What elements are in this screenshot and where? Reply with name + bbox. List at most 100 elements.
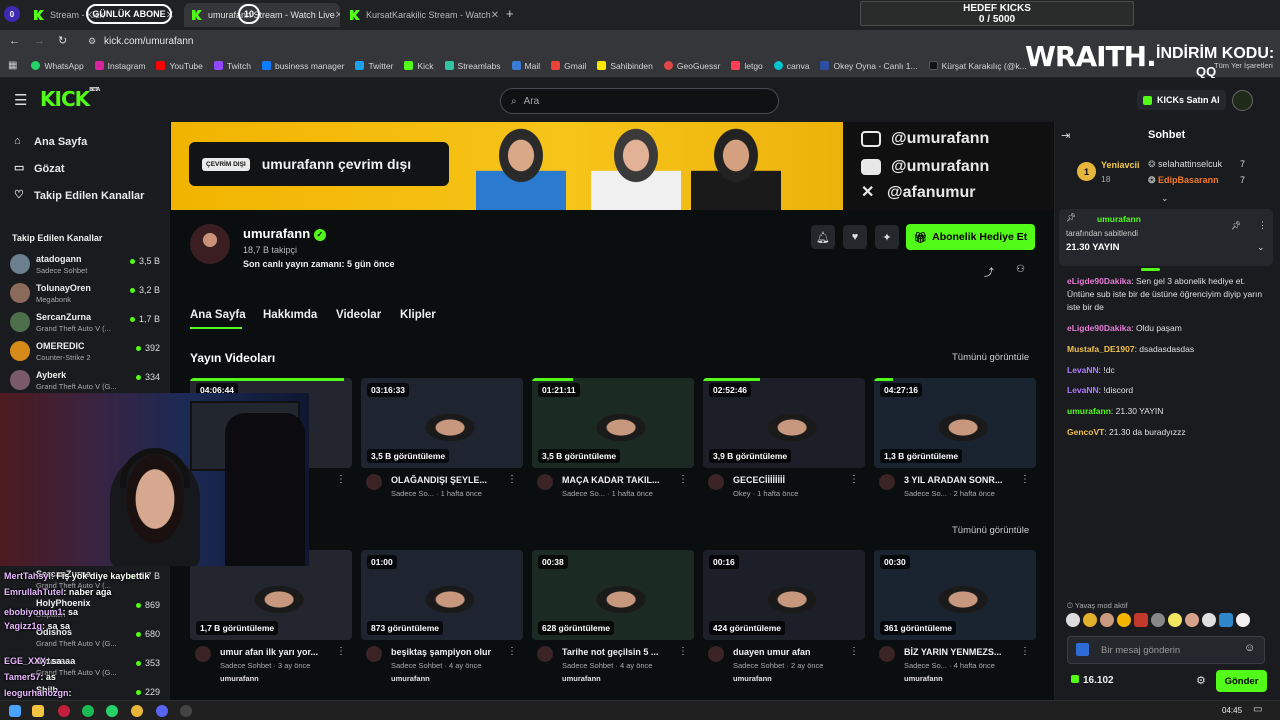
buy-kicks-button[interactable]: KICKs Satın Al (1137, 90, 1226, 110)
chat-settings-icon[interactable]: ⚙ (1196, 674, 1206, 687)
profile-badge[interactable]: 0 (4, 6, 20, 22)
follow-button[interactable]: ♥ (843, 225, 867, 249)
more-icon[interactable]: ⋮ (678, 646, 688, 657)
emoji-icon[interactable]: ☺ (1244, 642, 1255, 654)
chat-username[interactable]: umurafann (1067, 406, 1111, 416)
video-thumbnail[interactable]: 02:52:46 3,9 B görüntüleme (703, 378, 865, 468)
more-icon[interactable]: ⋮ (1020, 646, 1030, 657)
clip-thumbnail[interactable]: 00:30 361 görüntüleme (874, 550, 1036, 640)
video-title[interactable]: MAÇA KADAR TAKIL... (562, 475, 674, 485)
more-icon[interactable]: ⋮ (507, 474, 517, 485)
windows-icon[interactable] (9, 705, 21, 717)
browser-tab-3[interactable]: KursatKarakilic Stream - Watch ✕ (342, 3, 498, 27)
avatar[interactable] (537, 646, 553, 662)
more-icon[interactable]: ⋮ (507, 646, 517, 657)
more-icon[interactable]: ⋮ (336, 474, 346, 485)
clip-title[interactable]: Tarihe not geçilsin 5 ... (562, 647, 674, 657)
followed-channel[interactable]: atadogann Sadece Sohbet 3,5 B (10, 251, 160, 279)
see-all-clips[interactable]: Tümünü görüntüle (952, 525, 1029, 536)
bookmark-streamlabs[interactable]: Streamlabs (444, 61, 501, 71)
apps-icon[interactable]: ▦ (8, 60, 17, 71)
clip-title[interactable]: duayen umur afan (733, 647, 845, 657)
avatar[interactable] (708, 474, 724, 490)
chat-mode-icon[interactable] (1076, 643, 1089, 656)
clip-channel[interactable]: umurafann (220, 674, 259, 683)
video-thumbnail[interactable]: 04:27:16 1,3 B görüntüleme (874, 378, 1036, 468)
avatar[interactable] (537, 474, 553, 490)
reload-icon[interactable]: ↻ (58, 34, 67, 47)
url-field[interactable]: kick.com/umurafann (104, 36, 193, 47)
bookmark-mail[interactable]: Mail (511, 61, 540, 71)
emote-icon[interactable] (1202, 613, 1216, 627)
avatar[interactable] (708, 646, 724, 662)
gifter-row[interactable]: ❂ selahattinselcuk (1148, 159, 1222, 170)
site-info-icon[interactable]: ⚙ (88, 36, 96, 47)
avatar[interactable] (366, 646, 382, 662)
user-avatar[interactable] (1232, 90, 1253, 111)
close-icon[interactable]: ✕ (335, 10, 340, 21)
notify-button[interactable]: 🔔︎ (811, 225, 835, 249)
nav-browse[interactable]: ▭ Gözat (0, 155, 170, 182)
bookmark-letgo[interactable]: letgo (731, 61, 763, 71)
clip-channel[interactable]: umurafann (391, 674, 430, 683)
unpin-icon[interactable]: 📌︎ (1231, 221, 1241, 230)
see-all-videos[interactable]: Tümünü görüntüle (952, 352, 1029, 363)
emote-icon[interactable] (1185, 613, 1199, 627)
avatar[interactable] (366, 474, 382, 490)
emote-icon[interactable] (1066, 613, 1080, 627)
emote-icon[interactable] (1151, 613, 1165, 627)
clip-channel[interactable]: umurafann (562, 674, 601, 683)
close-icon[interactable]: ✕ (491, 10, 498, 21)
whatsapp-icon[interactable] (106, 705, 118, 717)
bookmark-youtube[interactable]: YouTube (156, 61, 203, 71)
video-title[interactable]: 3 YIL ARADAN SONR... (904, 475, 1016, 485)
app-icon[interactable] (58, 705, 70, 717)
clip-thumbnail[interactable]: 00:16 424 görüntüleme (703, 550, 865, 640)
bookmark-kursat[interactable]: Kürşat Karakılıç (@k... (928, 61, 1027, 71)
bookmark-instagram[interactable]: Instagram (94, 61, 145, 71)
spotify-icon[interactable] (82, 705, 94, 717)
clip-title[interactable]: umur afan ilk yarı yor... (220, 647, 332, 657)
followed-channel[interactable]: Ayberk Grand Theft Auto V (G... 334 (10, 367, 160, 395)
kick-logo[interactable]: KICKBETA (40, 87, 100, 111)
bookmark-whatsapp[interactable]: WhatsApp (31, 61, 84, 71)
chat-username[interactable]: GencoVT (1067, 427, 1104, 437)
nav-following[interactable]: ♡ Takip Edilen Kanallar (0, 182, 170, 209)
chat-username[interactable]: eLigde90Dakika (1067, 276, 1131, 286)
emote-icon[interactable] (1083, 613, 1097, 627)
user-menu-icon[interactable]: ⚇ (1016, 264, 1025, 275)
nav-home[interactable]: ⌂ Ana Sayfa (0, 128, 170, 155)
emote-icon[interactable] (1134, 613, 1148, 627)
emote-icon[interactable] (1117, 613, 1131, 627)
search-input[interactable]: ⌕ Ara (500, 88, 779, 114)
bookmark-geoguessr[interactable]: GeoGuessr (663, 61, 720, 71)
more-icon[interactable]: ⋮ (849, 474, 859, 485)
avatar[interactable] (879, 646, 895, 662)
emote-icon[interactable] (1100, 613, 1114, 627)
menu-icon[interactable]: ☰ (14, 91, 27, 109)
avatar[interactable] (195, 646, 211, 662)
video-title[interactable]: GECECİİİİİİİİ (733, 475, 845, 485)
clip-title[interactable]: beşiktaş şampiyon olur (391, 647, 503, 657)
collapse-chat-icon[interactable]: ⇥ (1061, 129, 1070, 142)
emote-icon[interactable] (1219, 613, 1233, 627)
emote-icon[interactable] (1168, 613, 1182, 627)
tab-videos[interactable]: Videolar (336, 309, 381, 321)
clip-thumbnail[interactable]: 00:38 628 görüntüleme (532, 550, 694, 640)
tab-about[interactable]: Hakkımda (263, 309, 317, 321)
more-icon[interactable]: ⋮ (336, 646, 346, 657)
clip-title[interactable]: BİZ YARIN YENMEZS... (904, 647, 1016, 657)
share-icon[interactable]: ⤴ (984, 264, 994, 279)
bookmark-twitter[interactable]: Twitter (355, 61, 393, 71)
bookmark-business-manager[interactable]: business manager (261, 61, 344, 71)
pinned-message[interactable]: 📌︎ umurafann tarafından sabitlendi 21.30… (1059, 209, 1273, 266)
more-icon[interactable]: ⋮ (1258, 220, 1267, 231)
chat-username[interactable]: eLigde90Dakika (1067, 323, 1131, 333)
expand-leaderboard-icon[interactable]: ⌄ (1161, 193, 1169, 204)
gifter-row[interactable]: ❂ EdipBasarann (1148, 175, 1219, 186)
bookmark-sahibinden[interactable]: Sahibinden (597, 61, 653, 71)
send-button[interactable]: Gönder (1216, 670, 1267, 692)
chrome-icon[interactable] (131, 705, 143, 717)
top-gifter[interactable]: 1 Yeniavcii 18 (1077, 159, 1145, 187)
clip-channel[interactable]: umurafann (904, 674, 943, 683)
